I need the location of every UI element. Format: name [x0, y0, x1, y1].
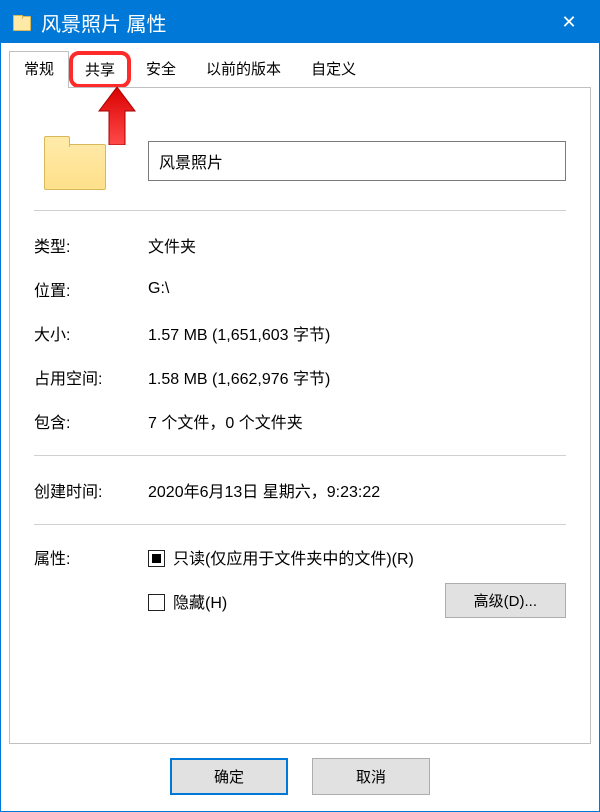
- close-icon[interactable]: [549, 1, 589, 43]
- client-area: 常规 共享 安全 以前的版本 自定义: [1, 43, 599, 811]
- row-size: 大小: 1.57 MB (1,651,603 字节): [34, 311, 566, 355]
- tab-security[interactable]: 安全: [131, 51, 191, 88]
- attributes-block: 属性: 只读(仅应用于文件夹中的文件)(R) 隐藏(H) 高级(D)...: [34, 537, 566, 626]
- row-location: 位置: G:\: [34, 267, 566, 311]
- folder-icon: [11, 13, 31, 31]
- value-type: 文件夹: [148, 233, 196, 257]
- label-contains: 包含:: [34, 409, 148, 433]
- label-readonly: 只读(仅应用于文件夹中的文件)(R): [173, 551, 414, 568]
- row-type: 类型: 文件夹: [34, 223, 566, 267]
- tab-page-general: 类型: 文件夹 位置: G:\ 大小: 1.57 MB (1,651,603 字…: [9, 88, 591, 744]
- checkbox-readonly[interactable]: 只读(仅应用于文件夹中的文件)(R): [148, 545, 414, 569]
- ok-button[interactable]: 确定: [170, 758, 288, 795]
- divider: [34, 524, 566, 525]
- row-created: 创建时间: 2020年6月13日 星期六，9:23:22: [34, 468, 566, 512]
- checkbox-empty-icon: [148, 594, 165, 611]
- advanced-button[interactable]: 高级(D)...: [445, 583, 566, 618]
- dialog-footer: 确定 取消: [1, 744, 599, 811]
- label-type: 类型:: [34, 233, 148, 257]
- window-title: 风景照片 属性: [41, 8, 549, 37]
- label-created: 创建时间:: [34, 478, 148, 502]
- checkbox-hidden[interactable]: 隐藏(H): [148, 589, 227, 613]
- row-hidden: 隐藏(H) 高级(D)...: [148, 583, 566, 618]
- folder-name-input[interactable]: [148, 141, 566, 181]
- divider: [34, 210, 566, 211]
- tab-previous-versions[interactable]: 以前的版本: [191, 51, 296, 88]
- cancel-button[interactable]: 取消: [312, 758, 430, 795]
- label-location: 位置:: [34, 277, 148, 301]
- label-disk-size: 占用空间:: [34, 365, 148, 389]
- titlebar: 风景照片 属性: [1, 1, 599, 43]
- tab-customize[interactable]: 自定义: [296, 51, 371, 88]
- value-location: G:\: [148, 280, 169, 298]
- row-contains: 包含: 7 个文件，0 个文件夹: [34, 399, 566, 443]
- properties-dialog: 风景照片 属性 常规 共享 安全 以前的版本 自定义: [0, 0, 600, 812]
- value-size: 1.57 MB (1,651,603 字节): [148, 321, 330, 345]
- divider: [34, 455, 566, 456]
- tab-share[interactable]: 共享: [69, 51, 131, 88]
- value-disk-size: 1.58 MB (1,662,976 字节): [148, 365, 330, 389]
- label-hidden: 隐藏(H): [173, 595, 227, 612]
- checkbox-indeterminate-icon: [148, 550, 165, 567]
- label-attributes: 属性:: [34, 545, 148, 569]
- tab-general[interactable]: 常规: [9, 51, 69, 88]
- value-contains: 7 个文件，0 个文件夹: [148, 409, 303, 433]
- tabstrip: 常规 共享 安全 以前的版本 自定义: [1, 43, 599, 88]
- row-readonly: 属性: 只读(仅应用于文件夹中的文件)(R): [34, 545, 566, 569]
- row-disk-size: 占用空间: 1.58 MB (1,662,976 字节): [34, 355, 566, 399]
- label-size: 大小:: [34, 321, 148, 345]
- annotation-arrow: [97, 87, 137, 148]
- value-created: 2020年6月13日 星期六，9:23:22: [148, 478, 380, 502]
